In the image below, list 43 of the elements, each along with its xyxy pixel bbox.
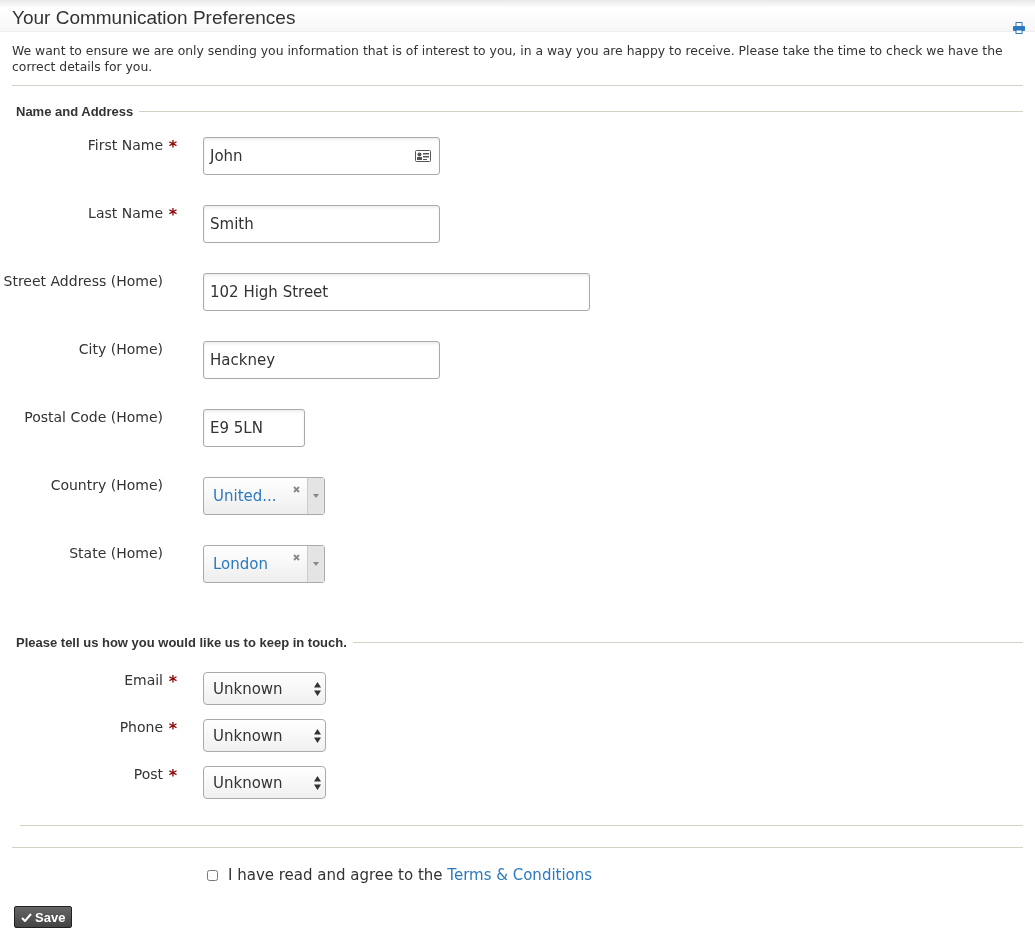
- save-button[interactable]: Save: [14, 906, 73, 928]
- printer-icon[interactable]: [1013, 22, 1025, 34]
- field-label: First Name: [87, 137, 163, 155]
- section-legend: Name and Address: [16, 104, 134, 119]
- clear-icon[interactable]: [293, 554, 300, 561]
- text-field[interactable]: Hackney: [203, 341, 440, 379]
- text-field[interactable]: John: [203, 137, 440, 175]
- required-asterisk: *: [167, 672, 179, 693]
- field-label: Phone: [119, 719, 163, 737]
- contact-card-icon: [415, 150, 431, 162]
- select-dropdown[interactable]: Unknown: [203, 672, 326, 705]
- select-dropdown[interactable]: Unknown: [203, 766, 326, 799]
- page-title: Your Communication Preferences: [12, 7, 296, 29]
- up-down-caret-icon: [314, 775, 321, 790]
- agreement-text: I have read and agree to the Terms & Conditions: [228, 866, 593, 884]
- clear-icon[interactable]: [293, 486, 300, 493]
- select-dropdown[interactable]: Unknown: [203, 719, 326, 752]
- text-field[interactable]: Smith: [203, 205, 440, 243]
- field-label: Street Address (Home): [3, 273, 163, 291]
- text-field[interactable]: 102 High Street: [203, 273, 590, 311]
- field-label: Post: [133, 766, 163, 784]
- check-icon: [21, 912, 32, 922]
- intro-text: We want to ensure we are only sending you information that is of interest to you, in a way you are happy to receive. Please take the time to check we have the correct details for you.: [12, 43, 1023, 86]
- required-asterisk: *: [167, 719, 179, 740]
- required-asterisk: *: [167, 205, 179, 226]
- combo-box[interactable]: London: [203, 545, 325, 583]
- field-label: Country (Home): [50, 477, 163, 495]
- text-field[interactable]: E9 5LN: [203, 409, 305, 447]
- field-label: Last Name: [88, 205, 163, 223]
- up-down-caret-icon: [314, 728, 321, 743]
- field-label: Email: [124, 672, 163, 690]
- agree-checkbox[interactable]: [207, 869, 218, 881]
- caret-icon: [313, 494, 319, 498]
- field-label: Postal Code (Home): [24, 409, 163, 427]
- field-label: City (Home): [78, 341, 163, 359]
- terms-link[interactable]: Terms & Conditions: [447, 866, 593, 884]
- up-down-caret-icon: [314, 681, 321, 696]
- combo-box[interactable]: United...: [203, 477, 325, 515]
- required-asterisk: *: [167, 766, 179, 787]
- section-legend: Please tell us how you would like us to keep in touch.: [16, 635, 347, 650]
- required-asterisk: *: [167, 137, 179, 158]
- caret-icon: [313, 562, 319, 566]
- field-label: State (Home): [69, 545, 163, 563]
